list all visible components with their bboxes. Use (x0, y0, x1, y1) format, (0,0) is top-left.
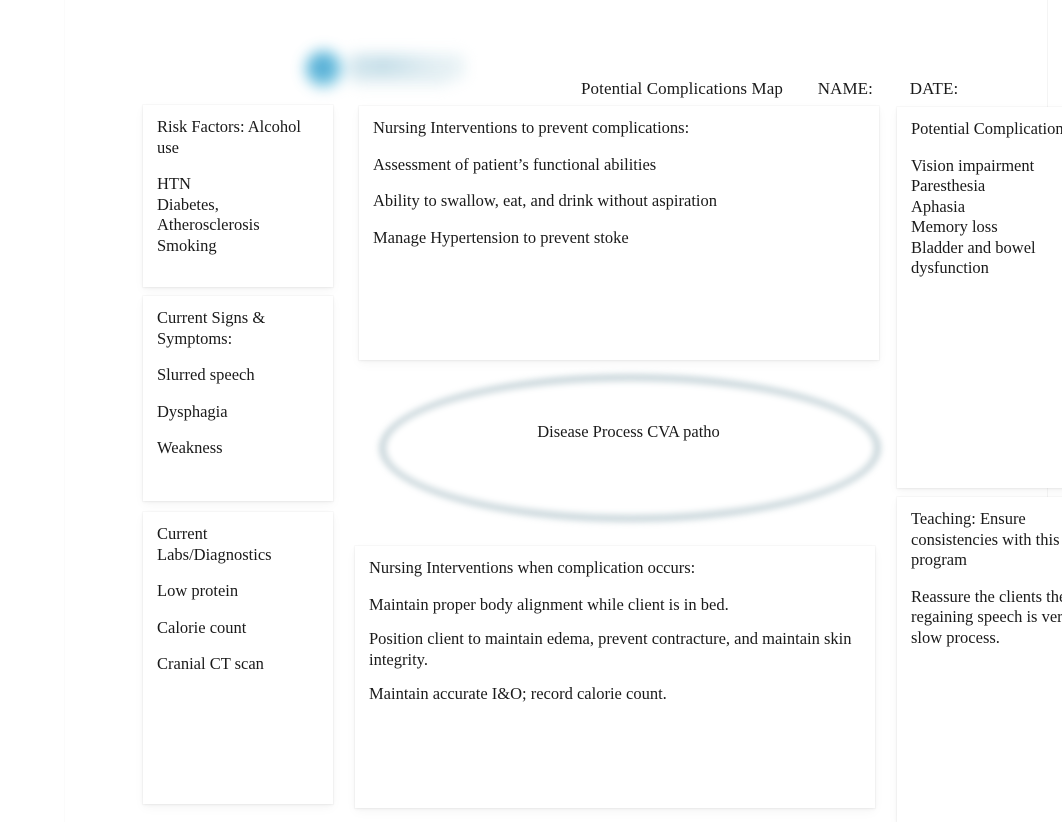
page-title: Potential Complications Map (581, 79, 783, 98)
potential-complications-item: Paresthesia (911, 176, 986, 195)
signs-symptoms-item: Slurred speech (157, 365, 255, 384)
signs-symptoms-box: Current Signs & Symptoms: Slurred speech… (143, 296, 333, 501)
teaching-item: Reassure the clients the regaining speec… (911, 586, 1062, 647)
interventions-prevent-item: Assessment of patient’s functional abili… (373, 154, 657, 174)
interventions-occurs-title: Nursing Interventions when complication … (369, 558, 696, 577)
interventions-prevent-item: Ability to swallow, eat, and drink witho… (373, 191, 718, 210)
document-header: Potential Complications Map NAME: DATE: (581, 79, 958, 99)
disease-process-label: Disease Process CVA patho (537, 422, 720, 441)
logo-circle-icon (305, 50, 343, 88)
risk-factors-box: Risk Factors: Alcohol use HTN Diabetes, … (143, 105, 333, 287)
signs-symptoms-item: Dysphagia (157, 401, 228, 421)
interventions-occurs-item: Maintain proper body alignment while cli… (369, 594, 729, 614)
labs-diagnostics-item: Cranial CT scan (157, 654, 264, 673)
logo-wordmark-subline (353, 76, 449, 85)
name-field-label: NAME: (817, 79, 873, 98)
interventions-occurs-item: Maintain accurate I&O; record calorie co… (369, 684, 667, 703)
interventions-prevent-box: Nursing Interventions to prevent complic… (359, 106, 879, 360)
potential-complications-item: Bladder and bowel dysfunction (911, 237, 1036, 278)
screenshot-canvas: Potential Complications Map NAME: DATE: … (0, 0, 1062, 822)
interventions-occurs-box: Nursing Interventions when complication … (355, 546, 875, 808)
signs-symptoms-item: Weakness (157, 438, 223, 457)
risk-factors-item: Diabetes, (157, 194, 219, 214)
interventions-occurs-item: Position client to maintain edema, preve… (369, 629, 852, 669)
risk-factors-item: Atherosclerosis (157, 215, 260, 234)
teaching-title: Teaching: Ensure consistencies with this… (911, 509, 1060, 569)
labs-diagnostics-box: Current Labs/Diagnostics Low protein Cal… (143, 512, 333, 804)
potential-complications-item: Vision impairment (911, 155, 1035, 175)
interventions-prevent-item: Manage Hypertension to prevent stoke (373, 227, 629, 247)
labs-diagnostics-title: Current Labs/Diagnostics (157, 524, 272, 564)
potential-complications-title: Potential Complications: (911, 119, 1062, 138)
potential-complications-item: Aphasia (911, 196, 966, 216)
risk-factors-item: Smoking (157, 235, 217, 255)
labs-diagnostics-item: Calorie count (157, 617, 247, 637)
disease-process-node: Disease Process CVA patho (345, 352, 890, 544)
potential-complications-item: Memory loss (911, 217, 998, 236)
labs-diagnostics-item: Low protein (157, 581, 239, 600)
document-page: Potential Complications Map NAME: DATE: … (64, 0, 1062, 822)
risk-factors-title: Risk Factors: Alcohol use (157, 117, 301, 157)
risk-factors-item: HTN (157, 174, 191, 193)
oval-shape (379, 374, 881, 522)
teaching-box: Teaching: Ensure consistencies with this… (897, 497, 1062, 822)
logo (293, 36, 471, 98)
signs-symptoms-title: Current Signs & Symptoms: (157, 308, 266, 348)
potential-complications-box: Potential Complications: Vision impairme… (897, 107, 1062, 488)
interventions-prevent-title: Nursing Interventions to prevent complic… (373, 118, 690, 137)
date-field-label: DATE: (909, 79, 959, 98)
